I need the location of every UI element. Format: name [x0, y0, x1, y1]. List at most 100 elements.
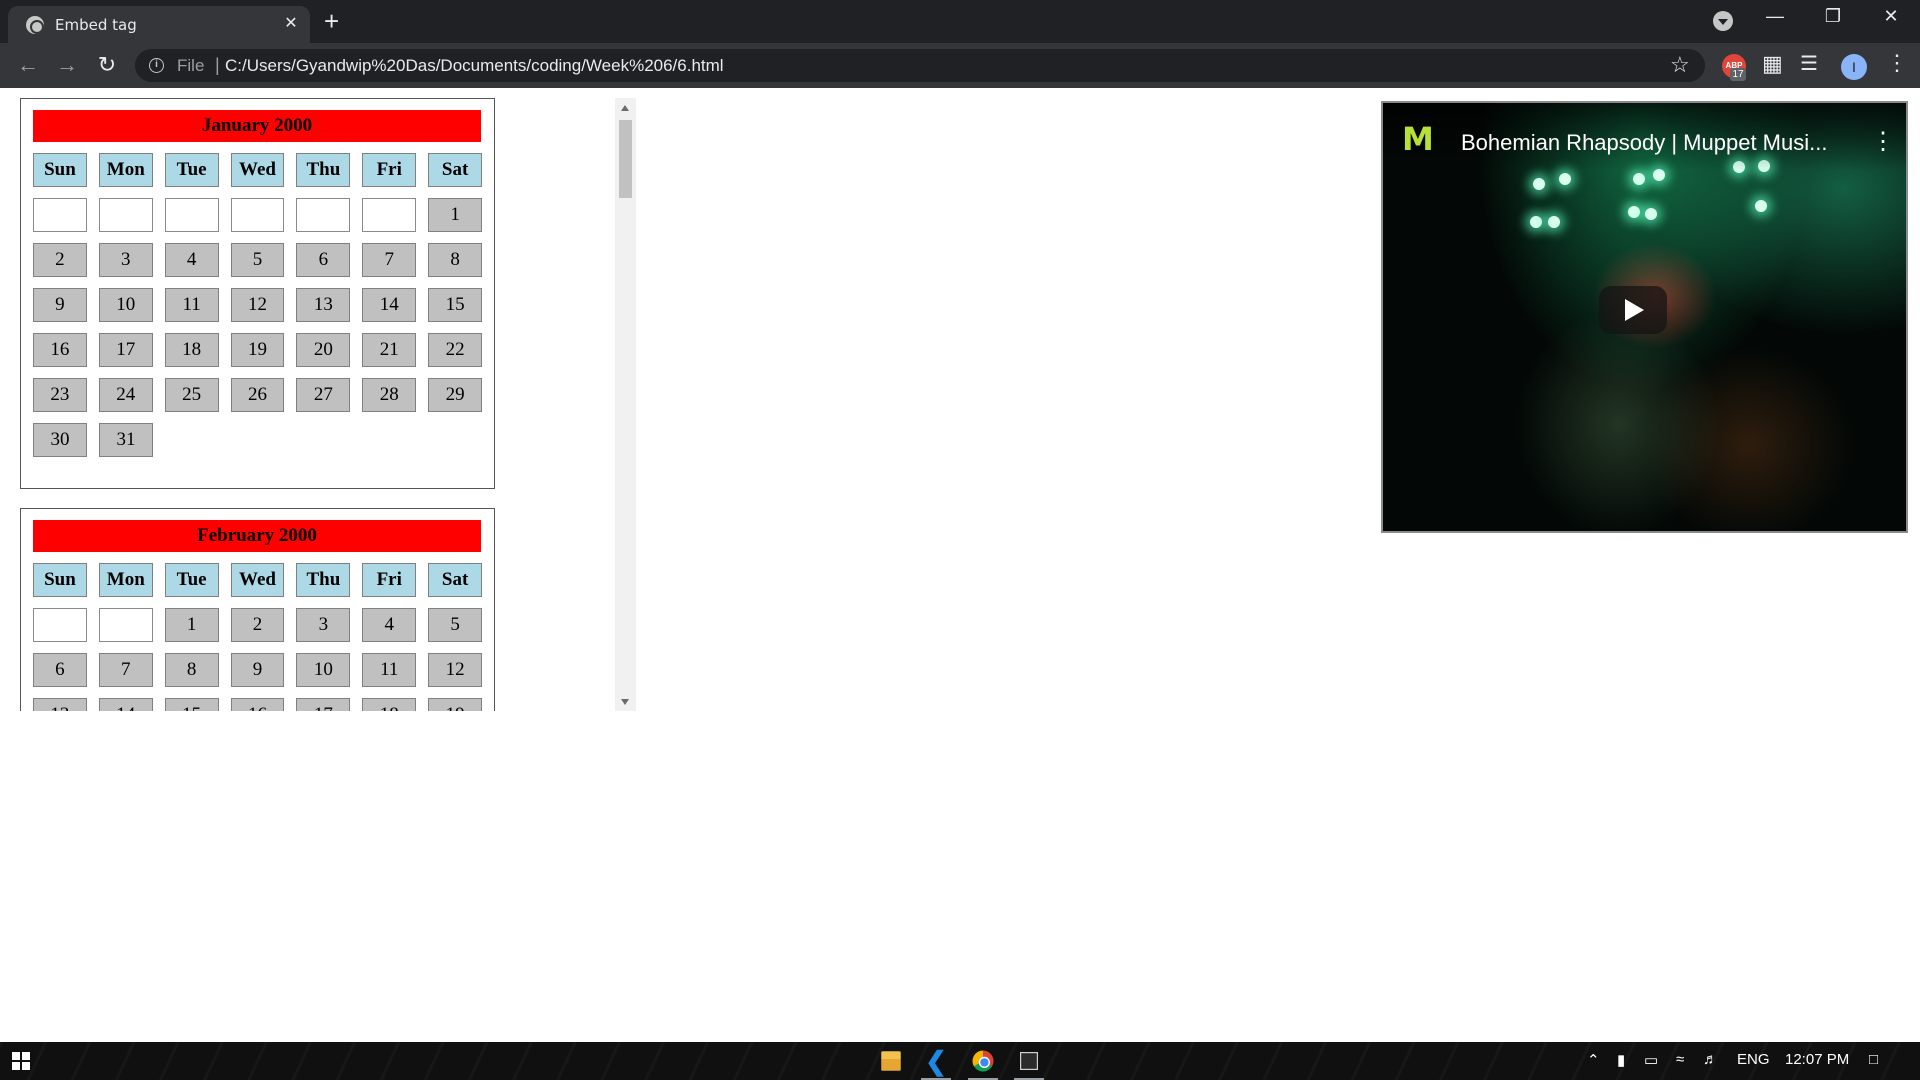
browser-menu-icon[interactable]: ⋮ — [1886, 50, 1908, 76]
video-title[interactable]: Bohemian Rhapsody | Muppet Musi... — [1461, 130, 1827, 156]
minimize-icon[interactable]: — — [1752, 6, 1798, 27]
calendar-iframe[interactable]: January 2000 Sun Mon Tue Wed Thu Fri Sat 12345… — [20, 98, 636, 711]
new-tab-button[interactable]: + — [324, 8, 339, 34]
calendar-scrollbar[interactable] — [615, 98, 636, 711]
embedded-video-player[interactable]: M Bohemian Rhapsody | Muppet Musi... ⋮ — [1381, 101, 1908, 533]
month-calendar: February 2000 Sun Mon Tue Wed Thu Fri Sat 1234… — [20, 508, 495, 711]
tray-chevron-up-icon[interactable]: ⌃ — [1587, 1051, 1600, 1069]
empty-day-cell — [164, 198, 219, 232]
play-icon[interactable] — [1599, 286, 1667, 334]
weeks-container: 1 2 3 4 5 6 7 8 9 10 11 12 13 14 15 16 17 18 19 20 21 22 23 24 2… — [33, 198, 483, 457]
tab-embed-tag[interactable]: Embed tag ✕ — [8, 6, 310, 43]
day-cell: 3 — [98, 243, 153, 277]
day-cell: 13 — [296, 288, 351, 322]
clock-time[interactable]: 12:07 PM — [1785, 1051, 1849, 1068]
empty-day-cell — [98, 608, 153, 642]
microphone-icon[interactable]: ▮ — [1617, 1051, 1625, 1069]
windows-start-icon[interactable] — [12, 1052, 30, 1070]
week-row: 12345 — [33, 608, 483, 642]
stage-light — [1645, 208, 1657, 220]
day-cell: 2 — [230, 608, 285, 642]
language-indicator[interactable]: ENG — [1737, 1051, 1770, 1068]
tab-title: Embed tag — [55, 16, 137, 34]
week-row: 2345678 — [33, 243, 483, 277]
tab-search-icon[interactable] — [1713, 11, 1733, 31]
day-cell: 18 — [362, 698, 417, 711]
day-cell: 12 — [230, 288, 285, 322]
stage-light — [1530, 216, 1542, 228]
day-cell: 30 — [33, 423, 87, 457]
empty-day-cell — [33, 198, 87, 232]
weekday-header: Tue — [164, 153, 219, 187]
day-cell: 16 — [230, 698, 285, 711]
scroll-up-arrow-icon[interactable] — [621, 105, 629, 111]
day-cell: 7 — [362, 243, 417, 277]
globe-icon — [26, 16, 44, 34]
close-window-icon[interactable]: ✕ — [1868, 6, 1914, 27]
notifications-icon[interactable]: □ — [1869, 1051, 1878, 1068]
weekday-header: Sat — [428, 563, 483, 597]
day-cell: 12 — [428, 653, 483, 687]
stage-light — [1559, 173, 1571, 185]
day-cell: 28 — [362, 378, 417, 412]
day-cell: 8 — [164, 653, 219, 687]
url-text[interactable]: C:/Users/Gyandwip%20Das/Documents/coding… — [225, 56, 724, 76]
week-row: 1 — [33, 198, 483, 232]
page-content: January 2000 Sun Mon Tue Wed Thu Fri Sat 12345… — [0, 88, 1920, 1042]
stage-light — [1633, 173, 1645, 185]
address-bar[interactable]: i File | C:/Users/Gyandwip%20Das/Documen… — [135, 49, 1705, 82]
reload-icon[interactable]: ↻ — [93, 52, 121, 78]
media-control-icon[interactable]: ☰ — [1800, 51, 1818, 76]
weekday-header-row: Sun Mon Tue Wed Thu Fri Sat — [33, 563, 483, 597]
scroll-down-arrow-icon[interactable] — [621, 699, 629, 705]
channel-logo[interactable]: M — [1402, 123, 1442, 155]
day-cell: 19 — [428, 698, 483, 711]
close-tab-icon[interactable]: ✕ — [280, 13, 302, 35]
day-cell: 6 — [296, 243, 351, 277]
bookmark-star-icon[interactable]: ☆ — [1670, 52, 1690, 78]
day-cell: 7 — [98, 653, 153, 687]
day-cell: 20 — [296, 333, 351, 367]
weekday-header: Mon — [98, 563, 153, 597]
more-options-icon[interactable]: ⋮ — [1871, 127, 1895, 156]
restore-icon[interactable]: ❐ — [1810, 6, 1856, 27]
windows-taskbar: ❮ ⌃ ▮ ▭ ≈ ♬ ENG 12:07 PM □ — [0, 1042, 1920, 1080]
weekday-header: Thu — [296, 563, 351, 597]
month-title: January 2000 — [33, 110, 481, 142]
day-cell: 13 — [33, 698, 87, 711]
stage-light — [1548, 216, 1560, 228]
scrollbar-thumb[interactable] — [619, 120, 632, 198]
day-cell: 29 — [428, 378, 483, 412]
profile-avatar[interactable]: I — [1841, 54, 1867, 80]
day-cell: 21 — [362, 333, 417, 367]
day-cell: 1 — [164, 608, 219, 642]
empty-day-cell — [33, 608, 87, 642]
volume-icon[interactable]: ♬ — [1703, 1051, 1718, 1068]
vscode-icon[interactable]: ❮ — [921, 1046, 951, 1080]
extensions-puzzle-icon[interactable]: ▦ — [1762, 51, 1783, 77]
empty-day-cell — [362, 198, 417, 232]
chrome-icon[interactable] — [968, 1046, 998, 1080]
day-cell: 15 — [428, 288, 483, 322]
back-arrow-icon[interactable]: ← — [14, 52, 42, 78]
weekday-header: Thu — [296, 153, 351, 187]
day-cell: 23 — [33, 378, 87, 412]
day-cell: 16 — [33, 333, 87, 367]
day-cell: 4 — [164, 243, 219, 277]
weekday-header: Wed — [230, 563, 285, 597]
empty-day-cell — [296, 198, 351, 232]
week-row: 23 24 25 26 27 28 29 — [33, 378, 483, 412]
terminal-icon[interactable] — [1014, 1046, 1044, 1080]
day-cell: 17 — [296, 698, 351, 711]
wifi-icon[interactable]: ≈ — [1676, 1051, 1684, 1068]
file-explorer-icon[interactable] — [876, 1046, 906, 1076]
info-icon[interactable]: i — [149, 58, 164, 73]
forward-arrow-icon[interactable]: → — [53, 52, 81, 78]
url-separator: | — [215, 55, 220, 75]
day-cell: 10 — [98, 288, 153, 322]
day-cell: 15 — [164, 698, 219, 711]
day-cell: 1 — [428, 198, 483, 232]
weekday-header: Sun — [33, 563, 87, 597]
battery-icon[interactable]: ▭ — [1644, 1051, 1658, 1069]
browser-toolbar: ← → ↻ i File | C:/Users/Gyandwip%20Das/D… — [0, 43, 1920, 88]
